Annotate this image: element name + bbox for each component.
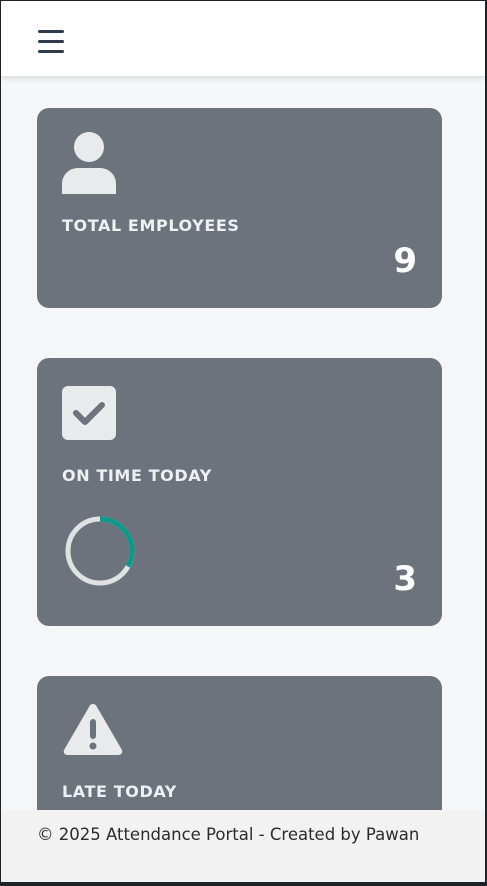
footer: © 2025 Attendance Portal - Created by Pa… [1, 810, 485, 882]
on-time-today-card: ON TIME TODAY 3 [37, 358, 442, 626]
checkbox-check-icon [62, 386, 116, 444]
total-employees-card: TOTAL EMPLOYEES 9 [37, 108, 442, 308]
late-today-label: LATE TODAY [62, 782, 177, 801]
footer-copyright: © 2025 Attendance Portal - Created by Pa… [37, 825, 420, 844]
total-employees-value: 9 [393, 241, 417, 281]
hamburger-menu-icon[interactable] [38, 30, 64, 54]
top-navbar [1, 1, 485, 76]
on-time-today-value: 3 [393, 559, 417, 599]
total-employees-label: TOTAL EMPLOYEES [62, 216, 240, 235]
warning-triangle-icon [62, 702, 124, 760]
user-icon [62, 132, 116, 198]
app-frame: TOTAL EMPLOYEES 9 ON TIME TODAY 3 LATE T… [1, 1, 485, 882]
on-time-progress-ring [64, 515, 136, 591]
on-time-today-label: ON TIME TODAY [62, 466, 212, 485]
